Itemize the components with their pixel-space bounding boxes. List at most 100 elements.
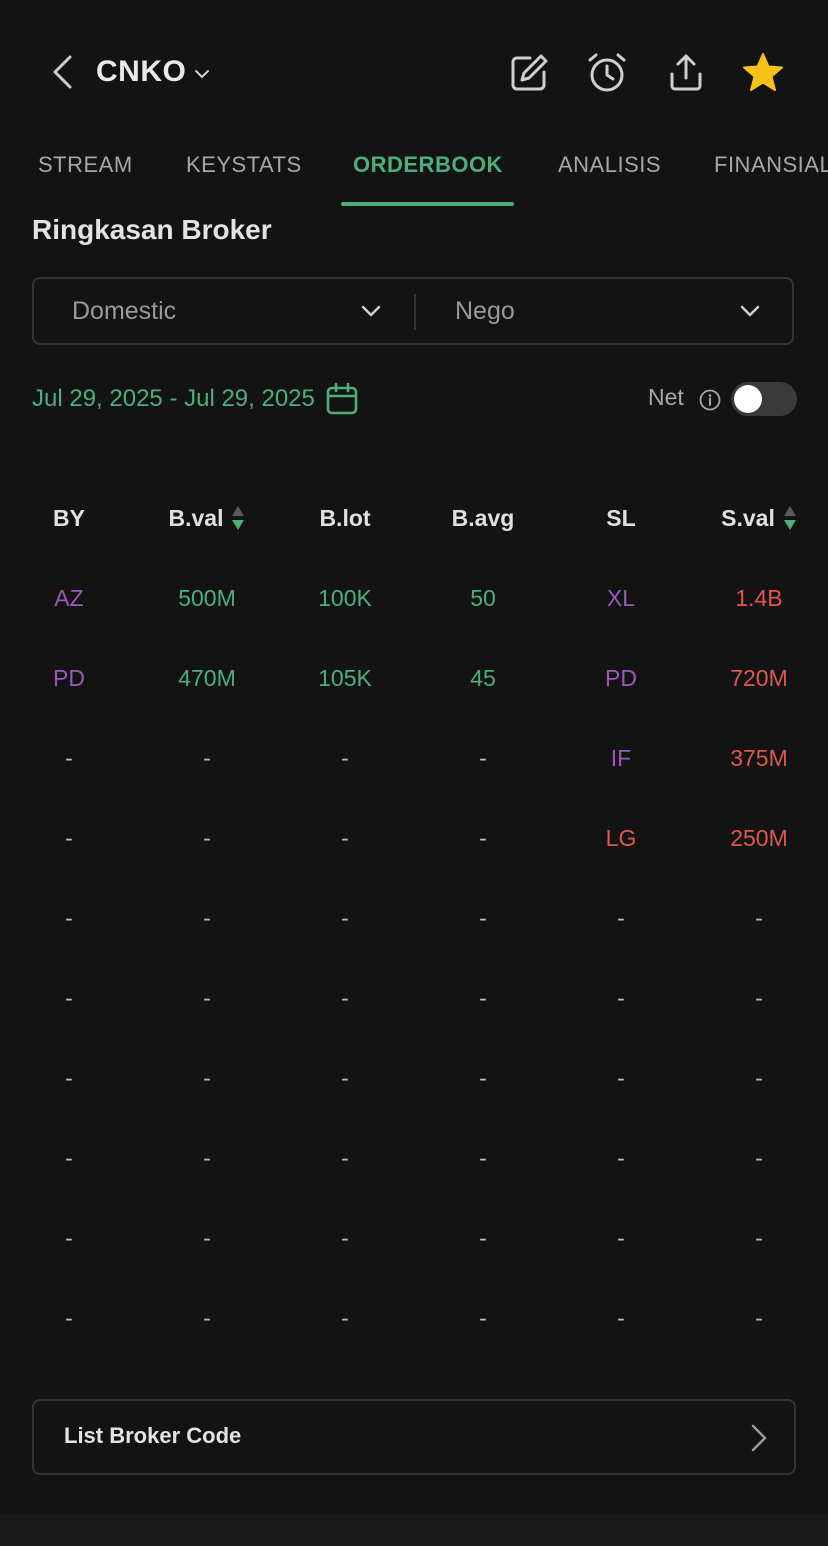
sell-value: -: [755, 1144, 763, 1171]
favorite-button[interactable]: [740, 50, 786, 96]
buyer-code: -: [65, 744, 73, 771]
broker-summary-table: BY B.val B.lot B.avg SL S.val AZ 500M 10…: [0, 478, 828, 1358]
sort-icon: [783, 505, 797, 531]
market-type-value: Nego: [455, 296, 515, 325]
edit-icon: [511, 54, 548, 91]
buy-avg: -: [479, 1064, 487, 1091]
buy-value: -: [203, 824, 211, 851]
seller-code: -: [617, 984, 625, 1011]
alarm-button[interactable]: [584, 50, 630, 96]
header-buy-lot[interactable]: B.lot: [276, 478, 414, 558]
header-buyer[interactable]: BY: [0, 478, 138, 558]
seller-code: -: [617, 1144, 625, 1171]
table-row[interactable]: - - - - - -: [0, 1038, 828, 1118]
app-screen: CNKO STREAM KEYSTATS ORDERBOOK ANALISIS …: [0, 0, 828, 1546]
section-title: Ringkasan Broker: [32, 214, 272, 245]
back-button[interactable]: [44, 52, 80, 92]
buy-avg: 50: [470, 584, 496, 611]
tab-orderbook[interactable]: ORDERBOOK: [353, 152, 503, 178]
investor-type-dropdown[interactable]: Domestic: [72, 279, 382, 343]
buy-value: 470M: [178, 664, 236, 691]
ticker-selector[interactable]: CNKO: [96, 52, 210, 92]
header-buy-avg[interactable]: B.avg: [414, 478, 552, 558]
table-row[interactable]: - - - - IF 375M: [0, 718, 828, 798]
sell-value: 250M: [730, 824, 788, 851]
date-range-text: Jul 29, 2025 - Jul 29, 2025: [32, 385, 315, 412]
sell-value: 1.4B: [735, 584, 783, 611]
tab-analisis[interactable]: ANALISIS: [558, 152, 661, 178]
chevron-down-icon: [361, 305, 381, 317]
buy-lot: -: [341, 904, 349, 931]
list-broker-code-label: List Broker Code: [64, 1423, 242, 1448]
sell-value: 720M: [730, 664, 788, 691]
table-row[interactable]: - - - - - -: [0, 878, 828, 958]
seller-code: -: [617, 904, 625, 931]
buyer-code: PD: [53, 664, 85, 691]
toggle-knob: [734, 385, 762, 413]
buy-value: 500M: [178, 584, 236, 611]
table-row[interactable]: AZ 500M 100K 50 XL 1.4B: [0, 558, 828, 638]
table-row[interactable]: - - - - - -: [0, 1198, 828, 1278]
sell-value: -: [755, 1224, 763, 1251]
seller-code: PD: [605, 664, 637, 691]
tab-stream[interactable]: STREAM: [38, 152, 133, 178]
chevron-down-icon: [740, 305, 760, 317]
buy-avg: 45: [470, 664, 496, 691]
seller-code: -: [617, 1224, 625, 1251]
buy-value: -: [203, 984, 211, 1011]
buy-avg: -: [479, 1224, 487, 1251]
buy-avg: -: [479, 1304, 487, 1331]
seller-code: -: [617, 1064, 625, 1091]
buy-value: -: [203, 1304, 211, 1331]
date-range-picker[interactable]: Jul 29, 2025 - Jul 29, 2025: [32, 378, 359, 420]
table-row[interactable]: - - - - - -: [0, 1118, 828, 1198]
market-type-dropdown[interactable]: Nego: [455, 279, 761, 343]
header: CNKO: [0, 0, 828, 140]
buyer-code: -: [65, 1144, 73, 1171]
table-row[interactable]: - - - - LG 250M: [0, 798, 828, 878]
list-broker-code-button[interactable]: List Broker Code: [32, 1399, 796, 1475]
buy-avg: -: [479, 904, 487, 931]
star-icon: [743, 53, 783, 91]
share-button[interactable]: [663, 50, 709, 96]
investor-type-value: Domestic: [72, 296, 177, 325]
sell-value: -: [755, 1304, 763, 1331]
edit-button[interactable]: [506, 50, 552, 96]
chevron-down-icon: [195, 70, 210, 78]
buy-lot: -: [341, 1064, 349, 1091]
info-icon[interactable]: [699, 389, 721, 411]
chevron-right-icon: [750, 1423, 768, 1453]
sort-icon: [231, 505, 245, 531]
buy-value: -: [203, 744, 211, 771]
tab-keystats[interactable]: KEYSTATS: [186, 152, 302, 178]
seller-code: -: [617, 1304, 625, 1331]
bottom-bar: [0, 1514, 828, 1546]
table-row[interactable]: - - - - - -: [0, 1278, 828, 1358]
table-row[interactable]: PD 470M 105K 45 PD 720M: [0, 638, 828, 718]
buy-lot: 105K: [318, 664, 372, 691]
active-tab-indicator: [341, 202, 514, 206]
buyer-code: -: [65, 904, 73, 931]
buyer-code: -: [65, 1064, 73, 1091]
calendar-icon: [325, 382, 359, 416]
net-toggle[interactable]: [731, 382, 797, 416]
header-seller[interactable]: SL: [552, 478, 690, 558]
buyer-code: AZ: [54, 584, 84, 611]
tab-bar: STREAM KEYSTATS ORDERBOOK ANALISIS FINAN…: [0, 140, 828, 206]
buy-avg: -: [479, 824, 487, 851]
tab-finansial[interactable]: FINANSIAL: [714, 152, 828, 178]
buy-lot: -: [341, 1144, 349, 1171]
buy-lot: -: [341, 1304, 349, 1331]
buyer-code: -: [65, 1224, 73, 1251]
buy-lot: -: [341, 1224, 349, 1251]
buy-value: -: [203, 1224, 211, 1251]
buyer-code: -: [65, 824, 73, 851]
header-buy-value[interactable]: B.val: [138, 478, 276, 558]
table-row[interactable]: - - - - - -: [0, 958, 828, 1038]
table-header: BY B.val B.lot B.avg SL S.val: [0, 478, 828, 558]
ticker-symbol: CNKO: [96, 55, 187, 88]
share-icon: [670, 54, 702, 91]
header-sell-value[interactable]: S.val: [690, 478, 828, 558]
alarm-icon: [588, 53, 626, 92]
buyer-code: -: [65, 1304, 73, 1331]
